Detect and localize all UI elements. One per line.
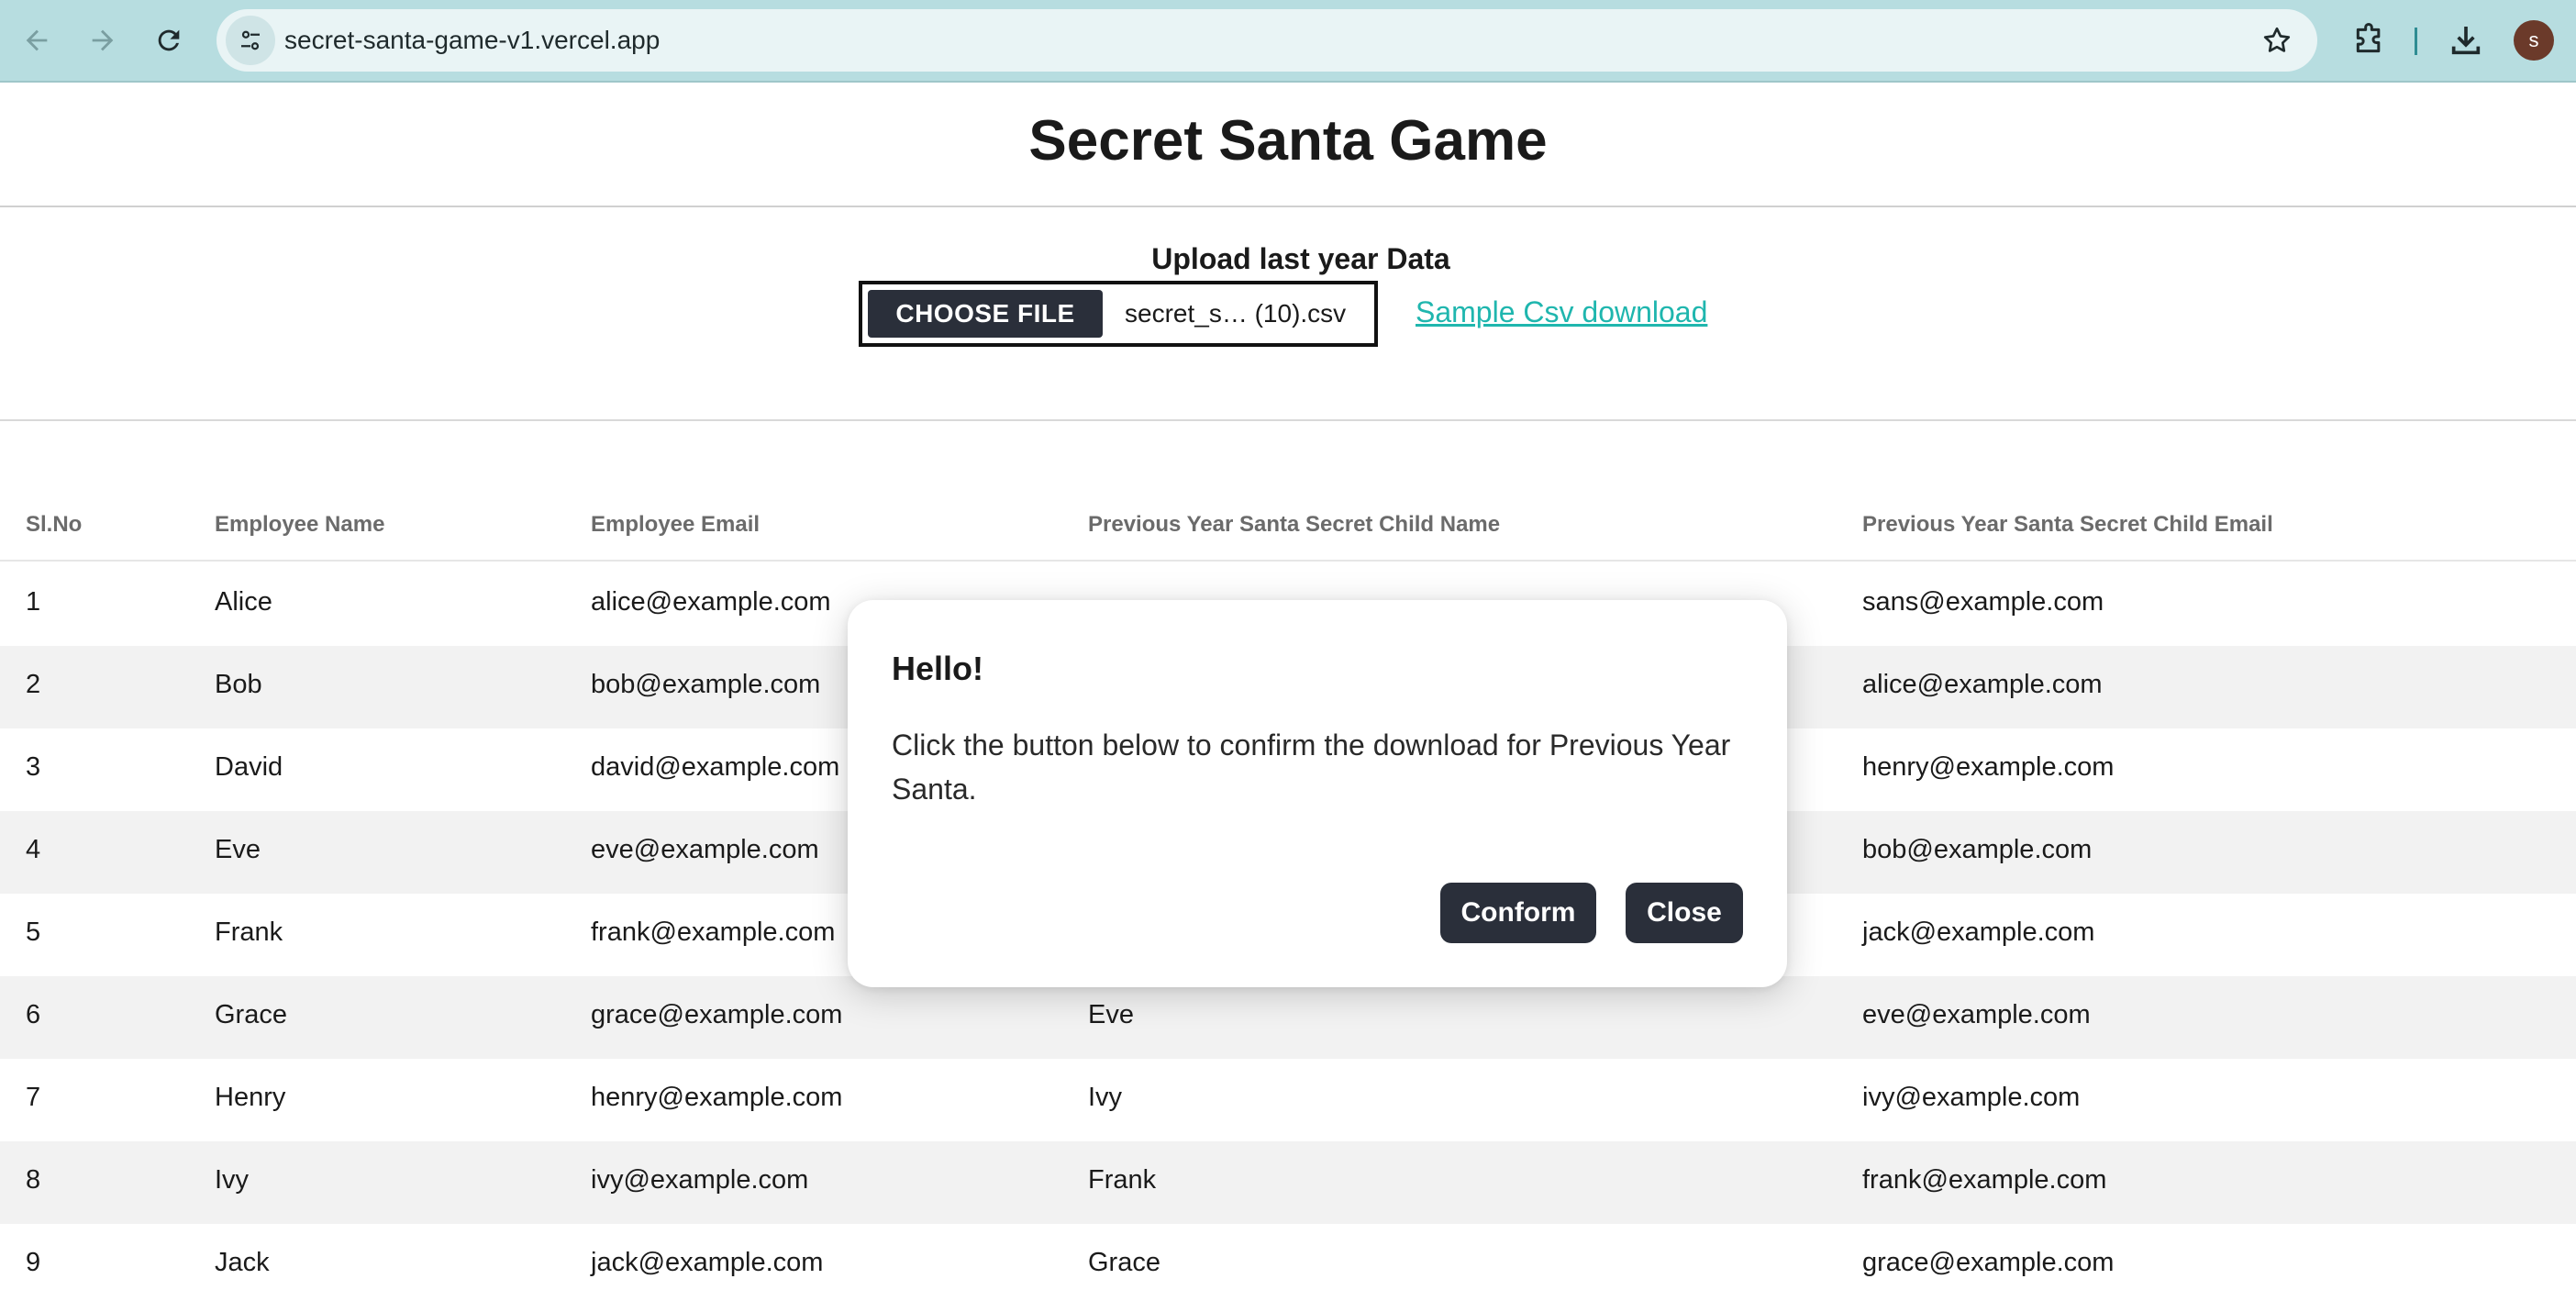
download-icon[interactable] <box>2446 20 2486 61</box>
cell-employee-email: alice@example.com <box>591 587 831 617</box>
url-text[interactable]: secret-santa-game-v1.vercel.app <box>284 26 660 55</box>
cell-employee-name: Henry <box>215 1083 286 1112</box>
cell-child-email: eve@example.com <box>1862 1000 2091 1029</box>
back-button[interactable] <box>13 17 61 64</box>
cell-child-email: frank@example.com <box>1862 1165 2107 1195</box>
cell-child-email: henry@example.com <box>1862 752 2115 782</box>
cell-employee-name: Grace <box>215 1000 287 1029</box>
column-header-slno: Sl.No <box>26 512 83 537</box>
close-button[interactable]: Close <box>1626 883 1743 943</box>
table-row: 8 Ivy ivy@example.com Frank frank@exampl… <box>0 1141 2576 1224</box>
arrow-right-icon <box>92 29 114 51</box>
cell-child-email: grace@example.com <box>1862 1248 2115 1277</box>
cell-employee-name: Ivy <box>215 1165 250 1195</box>
cell-slno: 1 <box>26 587 41 617</box>
reload-button[interactable] <box>145 17 193 64</box>
cell-employee-email: eve@example.com <box>591 835 819 864</box>
cell-slno: 4 <box>26 835 41 864</box>
column-header-child-name: Previous Year Santa Secret Child Name <box>1088 512 1501 537</box>
upload-label: Upload last year Data <box>1151 242 1450 275</box>
cell-slno: 5 <box>26 917 41 947</box>
address-bar[interactable]: secret-santa-game-v1.vercel.app <box>217 9 2317 72</box>
cell-child-email: alice@example.com <box>1862 670 2103 699</box>
cell-employee-name: Bob <box>215 670 262 699</box>
cell-slno: 9 <box>26 1248 41 1277</box>
forward-button[interactable] <box>79 17 127 64</box>
cell-employee-email: jack@example.com <box>591 1248 824 1277</box>
cell-child-email: jack@example.com <box>1862 917 2095 947</box>
cell-child-name: Ivy <box>1088 1083 1123 1112</box>
cell-child-name: Grace <box>1088 1248 1160 1277</box>
site-settings-icon[interactable] <box>226 16 275 65</box>
browser-toolbar: secret-santa-game-v1.vercel.app s <box>0 0 2576 83</box>
cell-slno: 6 <box>26 1000 41 1029</box>
cell-employee-name: Alice <box>215 587 272 617</box>
table-row: 9 Jack jack@example.com Grace grace@exam… <box>0 1224 2576 1290</box>
profile-avatar[interactable]: s <box>2514 20 2554 61</box>
reload-icon <box>158 29 180 51</box>
cell-child-email: sans@example.com <box>1862 587 2104 617</box>
cell-employee-email: bob@example.com <box>591 670 821 699</box>
file-input[interactable]: CHOOSE FILE secret_s… (10).csv <box>859 281 1378 347</box>
cell-employee-name: Jack <box>215 1248 270 1277</box>
cell-employee-email: henry@example.com <box>591 1083 843 1112</box>
cell-slno: 3 <box>26 752 41 782</box>
cell-slno: 7 <box>26 1083 41 1112</box>
cell-employee-email: frank@example.com <box>591 917 836 947</box>
page-title: Secret Santa Game <box>1028 109 1548 172</box>
cell-child-name: Eve <box>1088 1000 1134 1029</box>
cell-employee-name: Frank <box>215 917 283 947</box>
cell-employee-name: David <box>215 752 283 782</box>
table-row: 7 Henry henry@example.com Ivy ivy@exampl… <box>0 1059 2576 1141</box>
column-header-child-email: Previous Year Santa Secret Child Email <box>1862 512 2273 537</box>
table-row: 6 Grace grace@example.com Eve eve@exampl… <box>0 976 2576 1059</box>
selected-file-name: secret_s… (10).csv <box>1125 299 1347 328</box>
cell-child-email: bob@example.com <box>1862 835 2093 864</box>
confirm-button[interactable]: Conform <box>1440 883 1596 943</box>
arrow-left-icon <box>26 29 48 51</box>
confirm-dialog: Hello! Click the button below to confirm… <box>848 600 1787 987</box>
cell-child-name: Frank <box>1088 1165 1157 1195</box>
table-header: Sl.No Employee Name Employee Email Previ… <box>0 495 2576 562</box>
bookmark-star-icon[interactable] <box>2260 24 2293 57</box>
dialog-message: Click the button below to confirm the do… <box>892 728 1731 806</box>
dialog-title: Hello! <box>892 650 984 687</box>
cell-employee-email: ivy@example.com <box>591 1165 809 1195</box>
sample-csv-download-link[interactable]: Sample Csv download <box>1416 295 1707 329</box>
cell-slno: 2 <box>26 670 41 699</box>
choose-file-button[interactable]: CHOOSE FILE <box>868 290 1103 338</box>
extensions-icon[interactable] <box>2348 20 2389 61</box>
section-divider <box>0 419 2576 421</box>
cell-employee-email: grace@example.com <box>591 1000 843 1029</box>
cell-child-email: ivy@example.com <box>1862 1083 2081 1112</box>
toolbar-divider <box>2415 28 2417 55</box>
column-header-employee-email: Employee Email <box>591 512 761 537</box>
cell-employee-name: Eve <box>215 835 261 864</box>
cell-employee-email: david@example.com <box>591 752 840 782</box>
column-header-employee-name: Employee Name <box>215 512 385 537</box>
header-divider <box>0 206 2576 207</box>
cell-slno: 8 <box>26 1165 41 1195</box>
